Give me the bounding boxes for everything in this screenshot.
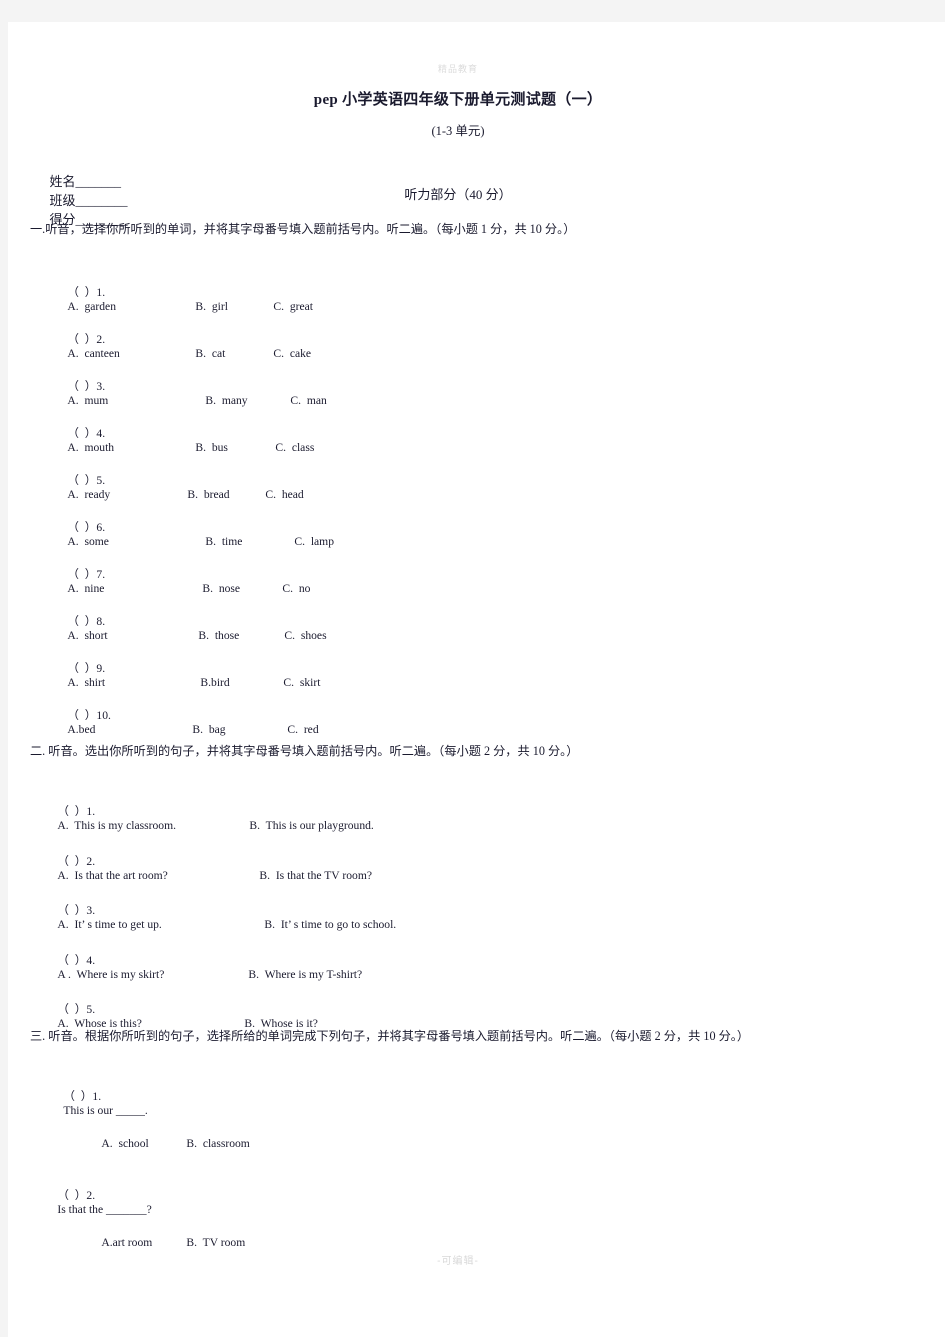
option-a[interactable]: A. shirt (67, 676, 200, 689)
answer-bracket[interactable]: （ ） (57, 855, 86, 868)
answer-bracket[interactable]: （ ） (67, 474, 96, 487)
section-1-instruction: 一.听音，选择你所听到的单词，并将其字母番号填入题前括号内。听二遍。（每小题 1… (30, 222, 576, 236)
listening-part-banner: 听力部分（40 分） (404, 187, 512, 202)
option-a[interactable]: A. some (67, 535, 205, 548)
option-c[interactable]: C. shoes (284, 629, 326, 642)
answer-bracket[interactable]: （ ） (67, 380, 96, 393)
option-c[interactable]: C. man (290, 394, 326, 407)
option-b[interactable]: B. TV room (186, 1236, 245, 1249)
question-stem: This is our _____. (63, 1104, 148, 1117)
answer-bracket[interactable]: （ ） (57, 1003, 86, 1016)
option-c[interactable]: C. no (282, 582, 310, 595)
question-row: （ ）4. A . Where is my skirt? B. Where is … (40, 939, 362, 994)
page-title: pep 小学英语四年级下册单元测试题（一） (313, 92, 603, 108)
question-number: 4. (86, 954, 96, 967)
option-a[interactable]: A. ready (67, 488, 187, 501)
answer-bracket[interactable]: （ ） (67, 615, 96, 628)
option-b[interactable]: B. cat (195, 347, 273, 360)
option-c[interactable]: C. lamp (294, 535, 334, 548)
option-b[interactable]: B. those (198, 629, 284, 642)
option-a[interactable]: A. Whose is this? (57, 1017, 244, 1030)
page-subtitle: (1-3 单元) (431, 124, 485, 138)
answer-bracket[interactable]: （ ） (63, 1090, 92, 1103)
answer-bracket[interactable]: （ ） (67, 568, 96, 581)
question-number: 5. (86, 1003, 96, 1016)
option-a[interactable]: A. This is my classroom. (57, 819, 249, 832)
option-a[interactable]: A. mouth (67, 441, 195, 454)
question-number: 2. (96, 333, 106, 346)
question-number: 3. (86, 904, 96, 917)
option-c[interactable]: C. cake (273, 347, 311, 360)
answer-bracket[interactable]: （ ） (57, 1189, 86, 1202)
option-a[interactable]: A. short (67, 629, 198, 642)
option-a[interactable]: A. nine (67, 582, 202, 595)
option-a[interactable]: A. canteen (67, 347, 195, 360)
answer-bracket[interactable]: （ ） (67, 521, 96, 534)
question-number: 6. (96, 521, 106, 534)
option-a[interactable]: A. It’ s time to get up. (57, 918, 264, 931)
option-a[interactable]: A.art room (101, 1236, 186, 1249)
option-a[interactable]: A. Is that the art room? (57, 869, 259, 882)
option-b[interactable]: B. many (205, 394, 290, 407)
option-b[interactable]: B. It’ s time to go to school. (264, 918, 396, 931)
option-group: A. school B. classroom (84, 1124, 249, 1163)
answer-bracket[interactable]: （ ） (57, 954, 86, 967)
option-c[interactable]: C. red (287, 723, 318, 736)
option-b[interactable]: B. girl (195, 300, 273, 313)
option-a[interactable]: A. school (101, 1137, 186, 1150)
question-number: 10. (96, 709, 111, 722)
question-number: 7. (96, 568, 106, 581)
option-b[interactable]: B. nose (202, 582, 282, 595)
question-number: 5. (96, 474, 106, 487)
question-number: 8. (96, 615, 106, 628)
top-watermark: 精品教育 (437, 64, 478, 74)
answer-bracket[interactable]: （ ） (67, 286, 96, 299)
question-number: 1. (86, 805, 96, 818)
document-page: 精品教育 pep 小学英语四年级下册单元测试题（一） (1-3 单元) 姓名__… (8, 22, 945, 1337)
option-b[interactable]: B. bread (187, 488, 265, 501)
option-a[interactable]: A.bed (67, 723, 192, 736)
option-c[interactable]: C. skirt (283, 676, 320, 689)
option-b[interactable]: B. bus (195, 441, 275, 454)
answer-bracket[interactable]: （ ） (67, 709, 96, 722)
option-b[interactable]: B. Where is my T-shirt? (248, 968, 362, 981)
option-c[interactable]: C. class (275, 441, 314, 454)
question-number: 1. (92, 1090, 102, 1103)
option-b[interactable]: B. Whose is it? (244, 1017, 318, 1030)
answer-bracket[interactable]: （ ） (67, 427, 96, 440)
answer-bracket[interactable]: （ ） (57, 805, 86, 818)
question-row: （ ）1. A. This is my classroom. B. This is… (40, 790, 373, 845)
bottom-watermark: -可编辑- (437, 1256, 479, 1267)
question-number: 3. (96, 380, 106, 393)
question-number: 2. (86, 855, 96, 868)
option-a[interactable]: A. garden (67, 300, 195, 313)
question-number: 2. (86, 1189, 96, 1202)
question-row: （ ）1. This is our _____. (46, 1075, 148, 1130)
option-c[interactable]: C. great (273, 300, 313, 313)
question-number: 4. (96, 427, 106, 440)
question-row: （ ）2. A. Is that the art room? B. Is that… (40, 840, 372, 895)
option-b[interactable]: B.bird (200, 676, 283, 689)
answer-bracket[interactable]: （ ） (67, 333, 96, 346)
page-content: 精品教育 pep 小学英语四年级下册单元测试题（一） (1-3 单元) 姓名__… (8, 22, 945, 1337)
option-c[interactable]: C. head (265, 488, 303, 501)
question-number: 9. (96, 662, 106, 675)
option-a[interactable]: A. mum (67, 394, 205, 407)
option-b[interactable]: B. time (205, 535, 294, 548)
question-row: （ ）5. A. Whose is this? B. Whose is it? (40, 988, 318, 1043)
question-row: （ ）10. A.bed B. bag C. red (50, 694, 318, 749)
answer-bracket[interactable]: （ ） (57, 904, 86, 917)
option-b[interactable]: B. bag (192, 723, 287, 736)
answer-bracket[interactable]: （ ） (67, 662, 96, 675)
option-a[interactable]: A . Where is my skirt? (57, 968, 248, 981)
question-row: （ ）3. A. It’ s time to get up. B. It’ s t… (40, 889, 396, 944)
option-b[interactable]: B. classroom (186, 1137, 249, 1150)
question-number: 1. (96, 286, 106, 299)
question-row: （ ）2. Is that the _______? (40, 1174, 152, 1229)
question-stem: Is that the _______? (57, 1203, 152, 1216)
option-b[interactable]: B. This is our playground. (249, 819, 373, 832)
option-b[interactable]: B. Is that the TV room? (259, 869, 372, 882)
